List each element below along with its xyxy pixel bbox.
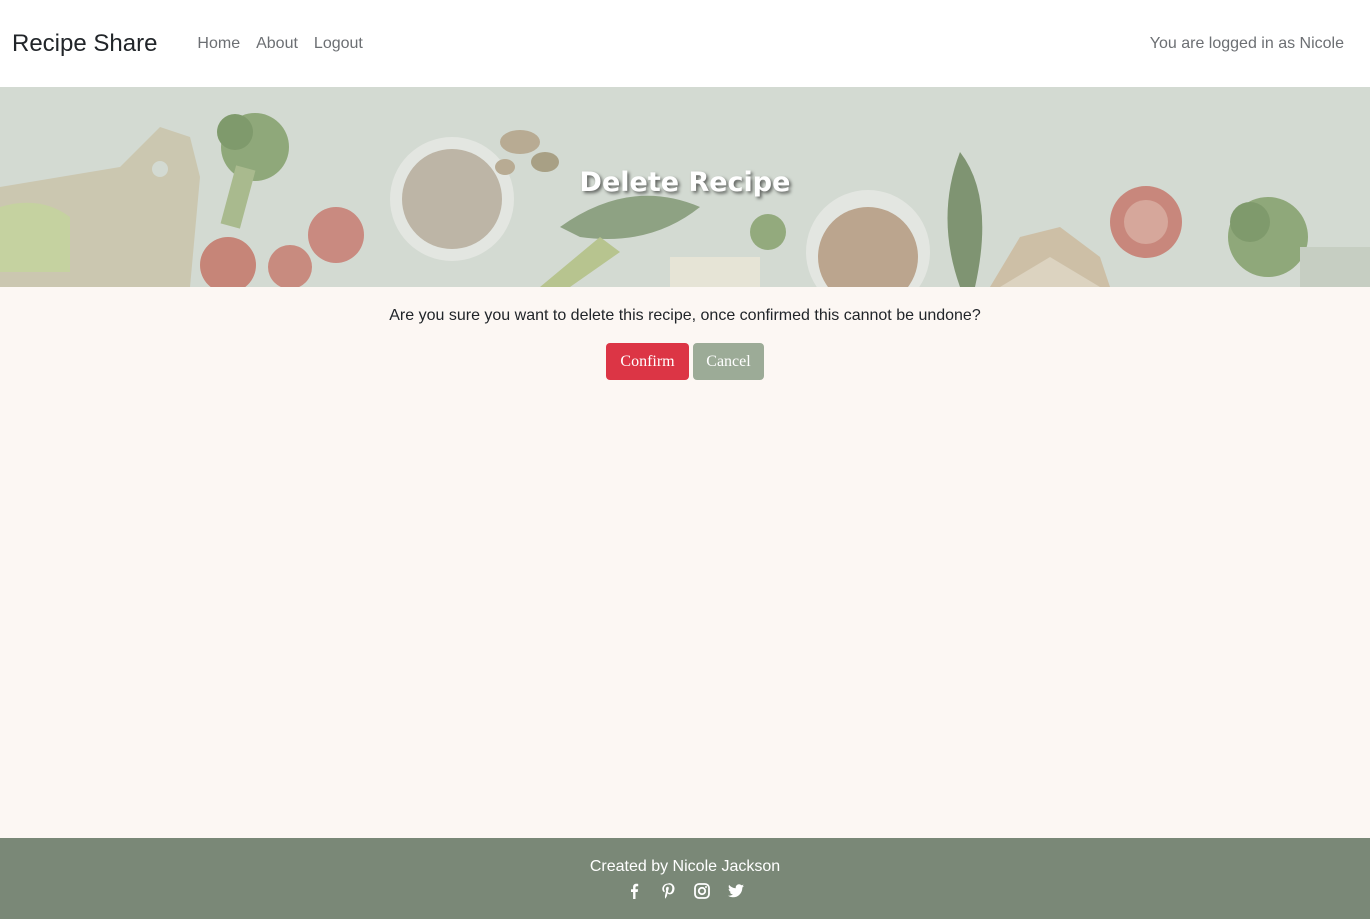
facebook-icon[interactable] [625,882,643,900]
confirmation-message: Are you sure you want to delete this rec… [389,307,981,324]
footer: Created by Nicole Jackson [0,838,1370,919]
nav-link-home[interactable]: Home [189,35,248,53]
instagram-icon[interactable] [693,882,711,900]
button-group: Confirm Cancel [0,343,1370,380]
nav-link-about[interactable]: About [248,35,306,53]
login-status: You are logged in as Nicole [1149,34,1344,52]
twitter-icon[interactable] [727,882,745,900]
hero-banner: Delete Recipe [0,87,1370,287]
cancel-button[interactable]: Cancel [693,343,764,380]
pinterest-icon[interactable] [659,882,677,900]
navbar: Recipe Share Home About Logout You are l… [0,0,1370,87]
nav-links: Home About Logout [189,35,370,53]
confirm-button[interactable]: Confirm [606,343,689,380]
delete-confirmation: Are you sure you want to delete this rec… [0,287,1370,380]
social-links [0,882,1370,900]
brand-logo[interactable]: Recipe Share [12,30,157,58]
footer-credit: Created by Nicole Jackson [589,858,781,875]
nav-link-logout[interactable]: Logout [306,35,371,53]
page-title: Delete Recipe [579,167,791,198]
